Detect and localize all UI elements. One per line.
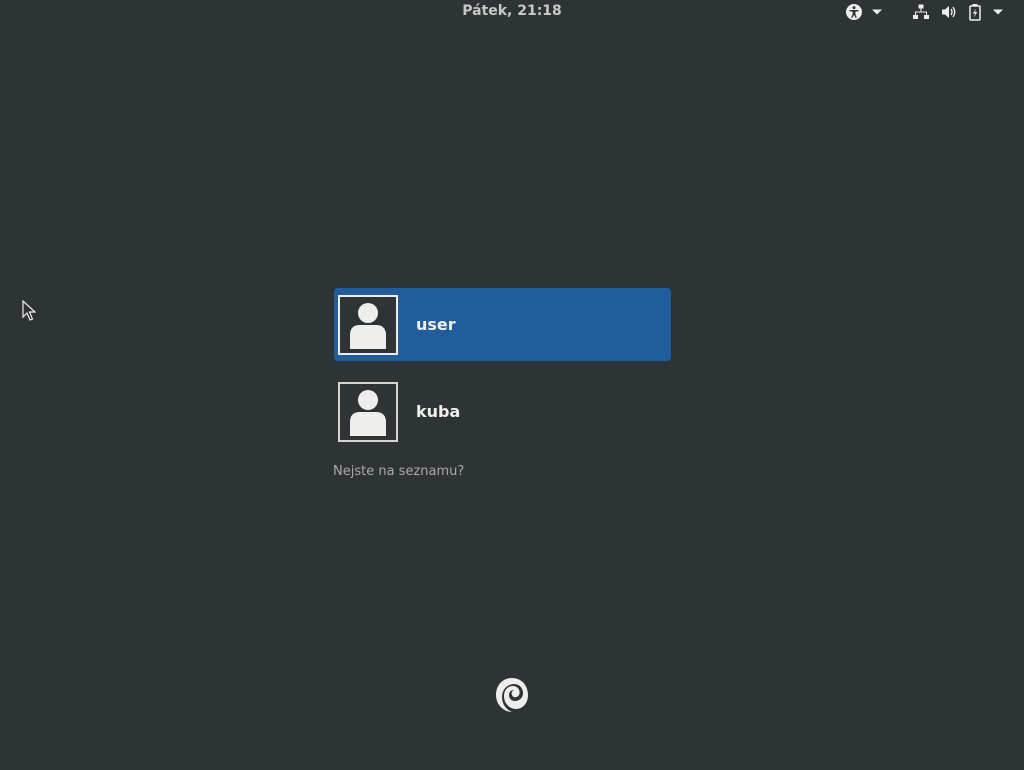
debian-swirl-icon: [490, 672, 532, 718]
volume-icon: [940, 3, 958, 21]
chevron-down-icon: [871, 8, 883, 16]
top-bar: Pátek, 21:18: [0, 0, 1024, 24]
user-item-kuba[interactable]: kuba: [334, 375, 671, 448]
user-name: kuba: [416, 402, 461, 421]
user-name: user: [416, 315, 456, 334]
user-avatar-icon: [346, 297, 390, 353]
avatar: [338, 294, 398, 355]
user-item-user[interactable]: user: [334, 288, 671, 361]
login-screen: Pátek, 21:18 user kuba Nejste na seznamu…: [0, 0, 1024, 770]
avatar: [338, 381, 398, 442]
user-list: user kuba: [334, 288, 671, 462]
user-avatar-icon: [346, 384, 390, 440]
battery-icon: [968, 3, 982, 21]
accessibility-icon: [845, 3, 863, 21]
system-menu[interactable]: [912, 2, 1004, 22]
network-icon: [912, 3, 930, 21]
not-listed-link[interactable]: Nejste na seznamu?: [333, 464, 464, 479]
mouse-pointer-icon: [22, 299, 37, 326]
chevron-down-icon: [992, 8, 1004, 16]
accessibility-menu[interactable]: [845, 2, 883, 22]
